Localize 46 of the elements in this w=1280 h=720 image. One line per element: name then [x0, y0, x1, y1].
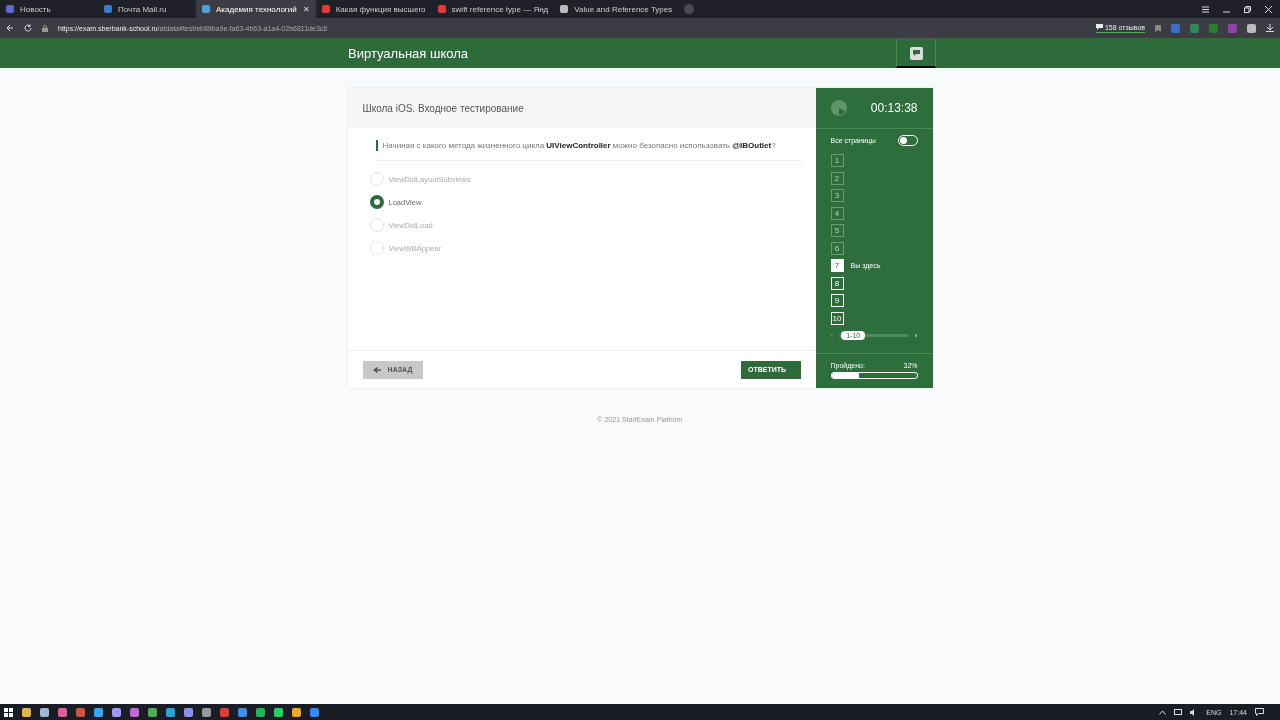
- test-title: Школа iOS. Входное тестирование: [347, 88, 816, 128]
- next-pages-button[interactable]: ›: [914, 330, 918, 340]
- timer-pie-icon: [830, 100, 847, 116]
- back-arrow-icon[interactable]: [6, 24, 14, 32]
- restore-icon[interactable]: [1244, 5, 1251, 13]
- favicon-icon: [321, 5, 330, 13]
- page-number-button[interactable]: 5: [830, 224, 844, 237]
- browser-tab[interactable]: Академия технологий ✕: [196, 0, 316, 18]
- page-number-button[interactable]: 7: [830, 259, 844, 272]
- chat-icon: [912, 50, 920, 56]
- page-number-button[interactable]: 3: [830, 189, 844, 202]
- favicon-icon: [437, 5, 446, 13]
- speech-bubble-icon: [1096, 24, 1103, 30]
- page-number-button[interactable]: 4: [830, 206, 844, 220]
- radio-button[interactable]: [369, 195, 384, 209]
- browser-tab[interactable]: Какая функция высшего: [315, 0, 432, 18]
- reload-icon[interactable]: [24, 24, 32, 32]
- left-arrow-icon: [372, 365, 381, 374]
- favicon-icon: [560, 5, 569, 13]
- browser-tab[interactable]: swift reference type — Янд: [431, 0, 555, 18]
- page-number-button[interactable]: 2: [830, 171, 844, 185]
- favicon-icon: [6, 5, 14, 13]
- chevron-up-icon[interactable]: [1159, 709, 1167, 715]
- question-text: Начиная с какого метода жизненного цикла UIViewController можно безопасно использовать @IBOutlet?: [375, 140, 776, 151]
- browser-tab[interactable]: Почта Mail.ru: [98, 0, 196, 18]
- page-number-button[interactable]: 6: [830, 241, 844, 255]
- browser-tab[interactable]: Value and Reference Types: [554, 0, 679, 18]
- close-icon[interactable]: [1265, 5, 1272, 13]
- page-number-button[interactable]: 10: [830, 311, 844, 325]
- page-number-button[interactable]: 1: [830, 154, 844, 167]
- menu-icon[interactable]: [1202, 5, 1209, 13]
- site-logo[interactable]: Виртуальная школа: [348, 45, 468, 61]
- download-icon[interactable]: [1266, 24, 1274, 32]
- notifications-icon[interactable]: [1255, 708, 1264, 716]
- page-number-button[interactable]: 9: [830, 294, 844, 307]
- page-number-button[interactable]: 8: [830, 276, 844, 290]
- close-icon[interactable]: ✕: [302, 4, 310, 14]
- lock-icon: [42, 24, 48, 32]
- favicon-icon: [202, 5, 210, 13]
- bookmark-icon[interactable]: [1155, 24, 1161, 32]
- network-icon[interactable]: [1174, 708, 1183, 716]
- windows-logo-icon[interactable]: [4, 707, 13, 717]
- browser-tab[interactable]: Новость: [0, 0, 98, 18]
- favicon-icon: [104, 5, 112, 13]
- timer-text: 00:13:38: [870, 101, 918, 115]
- chat-button[interactable]: [896, 38, 936, 68]
